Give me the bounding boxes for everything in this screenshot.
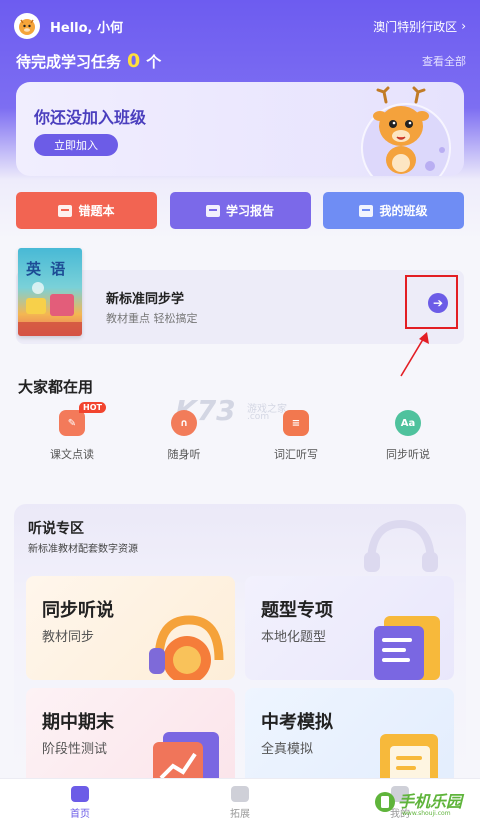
tool-portable-listening[interactable]: ∩ 随身听 (139, 410, 229, 470)
textbook-title: 新标准同步学 (106, 292, 185, 307)
folder-icon (374, 616, 440, 680)
notebook-icon (58, 204, 73, 217)
deer-logo-icon (19, 19, 35, 35)
tile-exam-simulation[interactable]: 中考模拟 全真模拟 (245, 688, 454, 792)
chat-icon: Aa (395, 410, 421, 436)
tile-title: 中考模拟 (261, 712, 333, 733)
listening-zone-title: 听说专区 (28, 521, 84, 537)
document-icon: ≡ (283, 410, 309, 436)
class-card-title: 你还没加入班级 (34, 108, 147, 127)
task-label: 待完成学习任务 (16, 52, 122, 71)
tab-extend-label: 拓展 (230, 809, 250, 820)
my-class-button[interactable]: 我的班级 (323, 192, 464, 229)
tab-extend[interactable]: 拓展 (160, 779, 320, 827)
study-report-label: 学习报告 (225, 204, 274, 218)
headphones-icon: ∩ (171, 410, 197, 436)
task-summary: 待完成学习任务 0 个 查看全部 (16, 48, 466, 74)
tool-text-reading[interactable]: HOT ✎ 课文点读 (27, 402, 117, 470)
extend-icon (231, 786, 249, 802)
wrong-questions-button[interactable]: 错题本 (16, 192, 157, 229)
tool-vocab-dictation[interactable]: ≡ 词汇听写 (251, 410, 341, 470)
listening-zone-subtitle: 新标准教材配套数字资源 (28, 544, 138, 555)
tab-home[interactable]: 首页 (0, 779, 160, 827)
avatar[interactable] (14, 13, 40, 39)
region-label: 澳门特别行政区 (373, 19, 458, 34)
tile-question-types[interactable]: 题型专项 本地化题型 (245, 576, 454, 680)
home-icon (71, 786, 89, 802)
tile-sync-listening[interactable]: 同步听说 教材同步 (26, 576, 235, 680)
view-all-link[interactable]: 查看全部 (422, 53, 466, 69)
tile-subtitle: 阶段性测试 (42, 742, 108, 757)
tile-subtitle: 教材同步 (42, 630, 95, 645)
tile-title: 同步听说 (42, 600, 114, 621)
tile-title: 题型专项 (261, 600, 333, 621)
textbook-cover: 英 语 (18, 248, 82, 336)
textbook-subtitle: 教材重点 轻松搞定 (106, 312, 198, 325)
popular-title: 大家都在用 (18, 378, 94, 396)
chevron-right-icon: › (461, 19, 466, 33)
task-count: 0 (127, 50, 141, 72)
quick-actions: 错题本 学习报告 我的班级 (16, 192, 464, 229)
tool-label: 随身听 (167, 448, 201, 461)
popular-tools: HOT ✎ 课文点读 ∩ 随身听 ≡ 词汇听写 Aa 同步听说 (16, 402, 464, 470)
top-bar: Hello, 小何 澳门特别行政区 › (14, 12, 466, 40)
sjle-watermark: 手机乐园 www.shouji.com (372, 786, 472, 822)
annotation-arrow-icon (400, 332, 429, 377)
my-class-label: 我的班级 (379, 204, 428, 218)
cover-illustration-icon (18, 282, 82, 336)
sjle-logo-icon (375, 792, 395, 812)
tile-subtitle: 全真模拟 (261, 742, 314, 757)
annotation-highlight-box (405, 275, 458, 329)
sjle-watermark-url: www.shouji.com (402, 810, 451, 817)
study-report-button[interactable]: 学习报告 (169, 192, 311, 229)
region-selector[interactable]: 澳门特别行政区 › (373, 18, 466, 35)
tab-home-label: 首页 (70, 809, 90, 820)
tool-label: 课文点读 (50, 448, 94, 461)
class-icon (359, 204, 374, 217)
join-class-button[interactable]: 立即加入 (34, 134, 118, 156)
pencil-icon: ✎ (59, 410, 85, 436)
wrong-questions-label: 错题本 (78, 204, 115, 218)
tool-label: 同步听说 (386, 448, 430, 461)
hot-badge: HOT (79, 402, 106, 413)
headphones-icon (364, 519, 438, 572)
headphones-icon (149, 615, 224, 680)
report-icon (205, 204, 220, 217)
tile-title: 期中期末 (42, 712, 114, 733)
tile-subtitle: 本地化题型 (261, 630, 327, 645)
sjle-watermark-text: 手机乐园 (398, 792, 463, 811)
class-card: 你还没加入班级 立即加入 (16, 82, 464, 176)
greeting: Hello, 小何 (50, 20, 124, 36)
tool-sync-listening[interactable]: Aa 同步听说 (363, 410, 453, 470)
task-unit: 个 (146, 52, 162, 71)
tile-midterm-final[interactable]: 期中期末 阶段性测试 (26, 688, 235, 792)
deer-mascot-icon (361, 86, 451, 176)
tool-label: 词汇听写 (274, 448, 318, 461)
